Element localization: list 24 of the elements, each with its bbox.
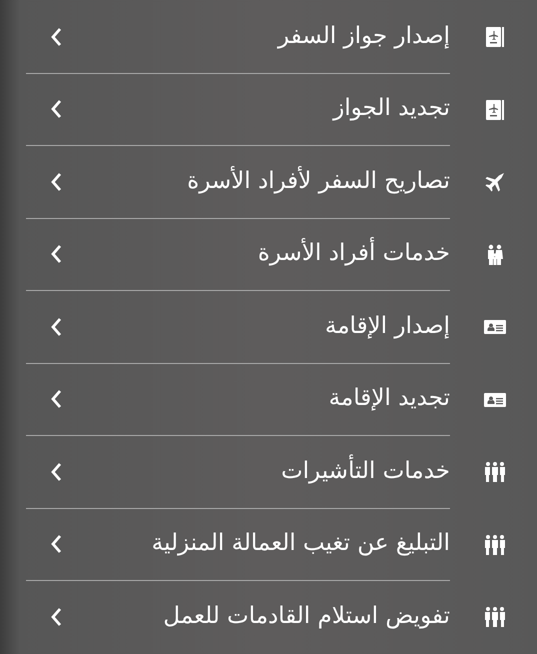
chevron-icon[interactable]	[50, 316, 62, 337]
chevron-icon[interactable]	[50, 389, 62, 410]
chevron-icon[interactable]	[50, 26, 62, 47]
people-icon	[483, 532, 507, 557]
chevron-icon[interactable]	[50, 607, 62, 628]
menu-item-label[interactable]: تجديد الإقامة	[328, 384, 450, 414]
chevron-icon[interactable]	[50, 534, 62, 554]
airplane-icon	[483, 170, 507, 194]
menu-item-label[interactable]: تجديد الجواز	[333, 94, 450, 124]
people-icon	[483, 605, 507, 630]
chevron-icon[interactable]	[50, 99, 62, 120]
menu-item-label[interactable]: تصاريح السفر لأفراد الأسرة	[187, 166, 450, 197]
passport-icon	[483, 25, 507, 50]
menu-item-label[interactable]: إصدار الإقامة	[325, 312, 450, 342]
menu-item-label[interactable]: إصدار جواز السفر	[278, 22, 450, 52]
menu-item-label[interactable]: خدمات أفراد الأسرة	[258, 239, 450, 270]
menu-item-label[interactable]: تفويض استلام القادمات للعمل	[163, 602, 450, 632]
people-icon	[483, 460, 507, 484]
chevron-icon[interactable]	[50, 172, 62, 192]
chevron-icon[interactable]	[50, 462, 62, 482]
menu-item-label[interactable]: التبليغ عن تغيب العمالة المنزلية	[152, 529, 450, 560]
menu-item-label[interactable]: خدمات التأشيرات	[281, 456, 450, 487]
passport-icon	[483, 98, 507, 122]
chevron-icon[interactable]	[50, 244, 62, 264]
